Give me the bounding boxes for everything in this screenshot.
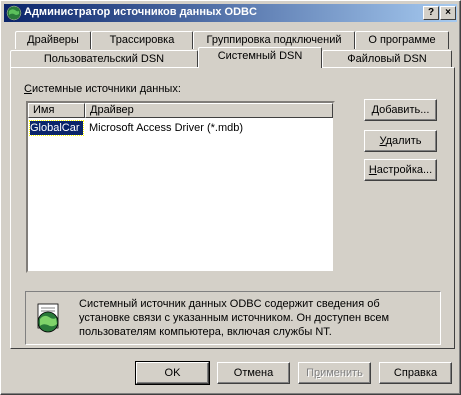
- row-name-cell[interactable]: GlobalCar: [29, 120, 84, 136]
- apply-button[interactable]: Применить: [298, 362, 371, 384]
- help-button[interactable]: Справка: [379, 362, 452, 384]
- tab-drivers[interactable]: Драйверы: [15, 31, 91, 49]
- cancel-button[interactable]: Отмена: [217, 362, 290, 384]
- ok-button[interactable]: OK: [135, 361, 210, 385]
- configure-button[interactable]: Настройка...: [364, 159, 437, 181]
- row-driver-cell[interactable]: Microsoft Access Driver (*.mdb): [89, 121, 329, 135]
- odbc-datasource-icon: [37, 303, 59, 333]
- odbc-dialog: Администратор источников данных ODBC ? ×…: [0, 0, 461, 395]
- group-label-rest: истемные источники данных:: [31, 83, 181, 95]
- tab-user-dsn[interactable]: Пользовательский DSN: [10, 50, 198, 68]
- system-data-sources-label: Системные источники данных:: [24, 83, 181, 95]
- add-button[interactable]: Добавить...: [364, 99, 437, 121]
- tab-about[interactable]: О программе: [355, 31, 449, 49]
- close-button[interactable]: ×: [440, 6, 456, 20]
- info-text: Системный источник данных ODBC содержит …: [79, 298, 390, 338]
- tab-file-dsn[interactable]: Файловый DSN: [322, 50, 452, 68]
- tab-system-dsn[interactable]: Системный DSN: [198, 47, 322, 68]
- title-bar[interactable]: Администратор источников данных ODBC ? ×: [4, 4, 457, 22]
- help-title-button[interactable]: ?: [423, 6, 439, 20]
- odbc-globe-icon: [6, 5, 22, 21]
- column-header-driver[interactable]: Драйвер: [85, 103, 333, 118]
- tab-tracing[interactable]: Трассировка: [91, 31, 193, 49]
- remove-button[interactable]: Удалить: [364, 130, 437, 152]
- info-box: Системный источник данных ODBC содержит …: [25, 291, 441, 345]
- window-title: Администратор источников данных ODBC: [24, 6, 257, 18]
- column-header-name[interactable]: Имя: [28, 103, 85, 118]
- data-sources-list[interactable]: Имя Драйвер GlobalCar Microsoft Access D…: [26, 101, 335, 273]
